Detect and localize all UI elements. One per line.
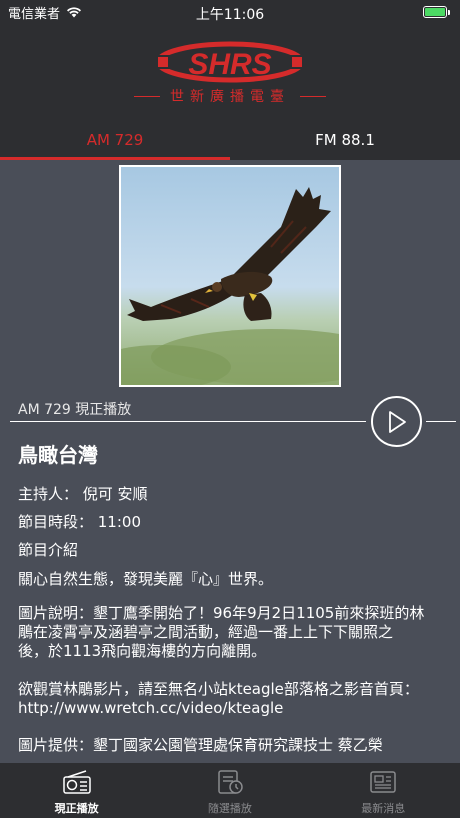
wifi-icon [67, 7, 82, 18]
carrier-label: 電信業者 [8, 6, 61, 22]
bottom-tab-bar: 現正播放 隨選播放 最新消息 [0, 763, 460, 818]
timeslot-info: 節目時段： 11:00 [18, 513, 141, 531]
svg-text:SHRS: SHRS [188, 48, 271, 81]
program-photo [119, 165, 341, 387]
play-button[interactable] [371, 396, 422, 447]
tab-fm881[interactable]: FM 88.1 [230, 120, 460, 160]
shrs-logo: SHRS [154, 41, 306, 83]
now-playing-row: AM 729 現正播放 [0, 396, 460, 447]
status-bar: 電信業者 上午11:06 [0, 0, 460, 24]
tab-am729[interactable]: AM 729 [0, 120, 230, 160]
photo-caption: 圖片說明：墾丁鷹季開始了！96年9月2日1105前來探班的林 鵰在凌霄亭及涵碧亭… [18, 604, 425, 660]
photo-credit: 圖片提供：墾丁國家公園管理處保育研究課技士 蔡乙榮 [18, 736, 383, 754]
battery-icon [423, 6, 450, 18]
divider [426, 421, 456, 422]
host-info: 主持人： 倪可 安順 [18, 485, 148, 503]
schedule-icon [218, 770, 243, 794]
tabbar-news[interactable]: 最新消息 [307, 763, 460, 818]
app-header: SHRS 世新廣播電臺 [0, 24, 460, 120]
news-icon [370, 771, 396, 793]
station-name: 世新廣播電臺 [170, 89, 290, 105]
channel-tabs: AM 729 FM 88.1 [0, 120, 460, 160]
video-link-text: 欲觀賞林鵰影片，請至無名小站kteagle部落格之影音首頁： http://ww… [18, 680, 419, 717]
program-title: 鳥瞰台灣 [18, 443, 98, 467]
now-playing-label: AM 729 現正播放 [18, 402, 132, 418]
intro-heading: 節目介紹 [18, 541, 79, 559]
intro-text: 關心自然生態，發現美麗『心』世界。 [18, 570, 274, 588]
radio-icon [62, 770, 91, 794]
tabbar-on-demand[interactable]: 隨選播放 [153, 763, 306, 818]
program-content[interactable]: AM 729 現正播放 鳥瞰台灣 主持人： 倪可 安順 節目時段： 11:00 … [0, 160, 460, 763]
station-name-row: 世新廣播電臺 [0, 86, 460, 106]
divider [10, 421, 366, 422]
play-icon [388, 410, 406, 433]
tabbar-now-playing[interactable]: 現正播放 [0, 763, 153, 818]
